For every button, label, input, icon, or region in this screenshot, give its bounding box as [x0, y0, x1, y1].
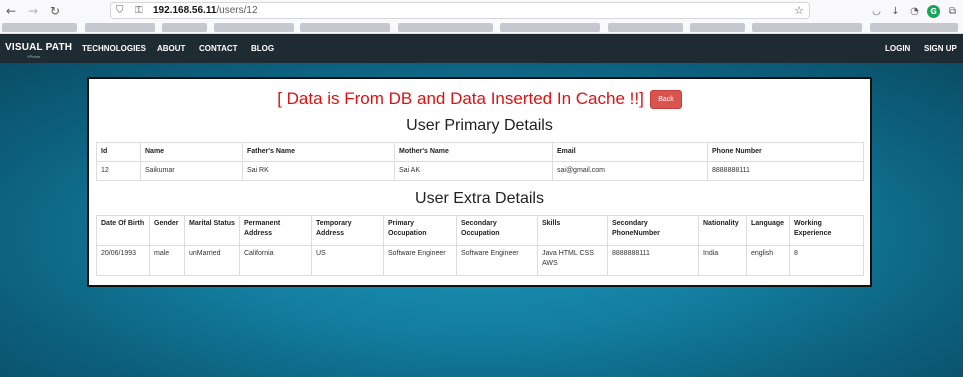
brand-logo[interactable]: VISUAL PATH	[5, 42, 72, 53]
column-header: Working Experience	[789, 215, 864, 246]
table-header-row: Id Name Father's Name Mother's Name Emai…	[96, 142, 864, 162]
grammarly-icon[interactable]: G	[927, 4, 940, 18]
nav-about[interactable]: ABOUT	[157, 44, 185, 53]
table-row: 12 Saikumar Sai RK Sai AK sai@gmail.com …	[96, 161, 864, 181]
star-icon[interactable]: ☆	[794, 4, 804, 17]
toolbar-actions: ◡ ↓ ◔ G ⧉ ≡	[870, 0, 963, 22]
bookmark-item[interactable]	[85, 23, 155, 32]
cell-secondary-occupation: Software Engineer	[456, 245, 538, 276]
lock-icon[interactable]: ⚿	[135, 5, 149, 16]
column-header: Language	[746, 215, 790, 246]
cell-skills: Java HTML CSS AWS	[537, 245, 608, 276]
bookmark-item[interactable]	[214, 23, 294, 32]
table-header-row: Date Of Birth Gender Marital Status Perm…	[96, 215, 864, 246]
bookmark-item[interactable]	[752, 23, 862, 32]
cell-working-experience: 8	[789, 245, 864, 276]
column-header: Nationality	[698, 215, 747, 246]
table-row: 20/06/1993 male unMarried California US …	[96, 245, 864, 276]
cell-nationality: India	[698, 245, 747, 276]
column-header: Id	[96, 142, 141, 162]
cell-phone: 8888888111	[707, 161, 864, 181]
cell-primary-occupation: Software Engineer	[383, 245, 457, 276]
extra-details-title: User Extra Details	[415, 190, 544, 207]
brand-tagline: VPrime	[27, 54, 41, 59]
cell-marital-status: unMarried	[184, 245, 240, 276]
primary-details-table: Id Name Father's Name Mother's Name Emai…	[96, 142, 864, 181]
primary-details-title: User Primary Details	[406, 117, 553, 134]
cell-secondary-phone: 8888888111	[607, 245, 699, 276]
extra-details-table: Date Of Birth Gender Marital Status Perm…	[96, 215, 864, 276]
bookmark-item[interactable]	[870, 23, 958, 32]
user-details-panel: [ Data is From DB and Data Inserted In C…	[87, 77, 872, 287]
column-header: Primary Occupation	[383, 215, 457, 246]
nav-login[interactable]: LOGIN	[885, 44, 910, 53]
column-header: Skills	[537, 215, 608, 246]
bookmark-item[interactable]	[608, 23, 683, 32]
address-bar[interactable]: ⛉ ⚿ 192.168.56.11/users/12 ☆	[110, 2, 810, 19]
column-header: Temporary Address	[311, 215, 384, 246]
nav-blog[interactable]: BLOG	[251, 44, 274, 53]
bookmark-item[interactable]	[690, 23, 745, 32]
column-header: Secondary Occupation	[456, 215, 538, 246]
cell-id: 12	[96, 161, 141, 181]
cell-name: Saikumar	[140, 161, 243, 181]
status-headline: [ Data is From DB and Data Inserted In C…	[89, 89, 870, 109]
cell-email: sai@gmail.com	[552, 161, 708, 181]
column-header: Phone Number	[707, 142, 864, 162]
column-header: Date Of Birth	[96, 215, 150, 246]
cell-mother-name: Sai AK	[394, 161, 553, 181]
cell-gender: male	[149, 245, 185, 276]
forward-arrow-icon[interactable]: →	[22, 0, 44, 22]
bookmark-item[interactable]	[398, 23, 493, 32]
download-icon[interactable]: ↓	[889, 5, 902, 18]
back-button[interactable]: Back	[650, 89, 682, 109]
bookmark-item[interactable]	[300, 23, 390, 32]
nav-contact[interactable]: CONTACT	[199, 44, 238, 53]
column-header: Marital Status	[184, 215, 240, 246]
column-header: Permanent Address	[239, 215, 312, 246]
back-arrow-icon[interactable]: ←	[0, 0, 22, 22]
cache-status-message: [ Data is From DB and Data Inserted In C…	[277, 89, 644, 108]
bookmark-item[interactable]	[2, 23, 77, 32]
cell-temporary-address: US	[311, 245, 384, 276]
bookmarks-bar	[0, 22, 963, 34]
column-header: Email	[552, 142, 708, 162]
extensions-icon[interactable]: ⧉	[946, 5, 959, 18]
column-header: Mother's Name	[394, 142, 553, 162]
site-navbar: VISUAL PATH VPrime TECHNOLOGIES ABOUT CO…	[0, 34, 963, 63]
reload-icon[interactable]: ↻	[44, 0, 66, 22]
cell-permanent-address: California	[239, 245, 312, 276]
url-host: 192.168.56.11	[153, 5, 217, 16]
column-header: Gender	[149, 215, 185, 246]
column-header: Father's Name	[242, 142, 395, 162]
nav-technologies[interactable]: TECHNOLOGIES	[82, 44, 146, 53]
account-icon[interactable]: ◔	[908, 5, 921, 18]
url-path: /users/12	[216, 5, 258, 16]
column-header: Name	[140, 142, 243, 162]
bookmark-item[interactable]	[500, 23, 600, 32]
browser-toolbar: ← → ↻ ⛉ ⚿ 192.168.56.11/users/12 ☆ ◡ ↓ ◔…	[0, 0, 963, 22]
pocket-icon[interactable]: ◡	[870, 5, 883, 18]
cell-language: english	[746, 245, 790, 276]
column-header: Secondary PhoneNumber	[607, 215, 699, 246]
nav-signup[interactable]: SIGN UP	[924, 44, 957, 53]
cell-father-name: Sai RK	[242, 161, 395, 181]
cell-dob: 20/06/1993	[96, 245, 150, 276]
shield-icon[interactable]: ⛉	[116, 5, 130, 16]
bookmark-item[interactable]	[162, 23, 207, 32]
